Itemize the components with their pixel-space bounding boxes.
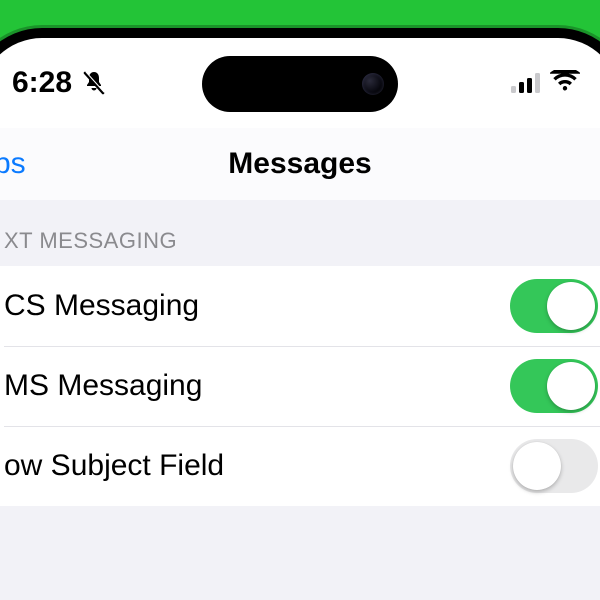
row-label: MS Messaging xyxy=(4,369,202,403)
row-show-subject-field[interactable]: ow Subject Field xyxy=(0,426,600,506)
toggle-mms-messaging[interactable] xyxy=(510,359,598,413)
row-label: ow Subject Field xyxy=(4,449,224,483)
back-label: ps xyxy=(0,147,26,181)
toggle-rcs-messaging[interactable] xyxy=(510,279,598,333)
page-title: Messages xyxy=(228,147,371,181)
cellular-signal-icon xyxy=(511,73,540,93)
settings-content[interactable]: XT MESSAGING CS Messaging MS Messaging o… xyxy=(0,200,600,600)
silent-mode-icon xyxy=(82,70,106,96)
front-camera xyxy=(362,73,384,95)
section-header-text-messaging: XT MESSAGING xyxy=(0,200,600,266)
row-mms-messaging[interactable]: MS Messaging xyxy=(0,346,600,426)
status-time: 6:28 xyxy=(12,66,72,100)
screen: 6:28 xyxy=(0,38,600,600)
phone-frame: 6:28 xyxy=(0,28,600,600)
row-label: CS Messaging xyxy=(4,289,199,323)
toggle-show-subject-field[interactable] xyxy=(510,439,598,493)
wifi-icon xyxy=(550,66,580,100)
crop-backdrop: 6:28 xyxy=(0,0,600,600)
dynamic-island xyxy=(202,56,398,112)
back-button[interactable]: ps xyxy=(0,147,26,181)
nav-bar: ps Messages xyxy=(0,128,600,200)
row-rcs-messaging[interactable]: CS Messaging xyxy=(0,266,600,346)
settings-list: CS Messaging MS Messaging ow Subject Fie… xyxy=(0,266,600,506)
